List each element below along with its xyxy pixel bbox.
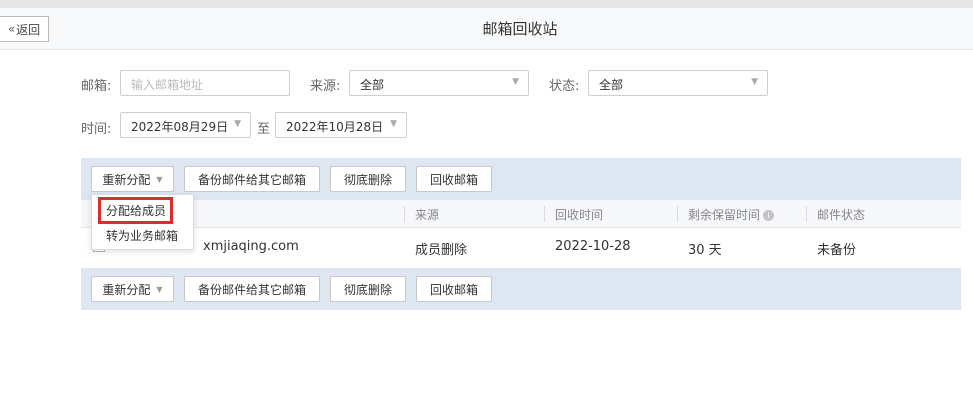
status-select-value: 全部 — [599, 78, 624, 92]
row-email: xmjiaqing.com — [203, 239, 299, 254]
page-title: 邮箱回收站 — [482, 20, 558, 38]
row-source: 成员删除 — [415, 243, 468, 258]
status-select[interactable]: 全部 ▼ — [588, 70, 768, 96]
highlight-box — [98, 197, 173, 224]
column-source: 来源 — [415, 208, 440, 222]
row-remaining-time: 30 天 — [688, 243, 722, 258]
info-icon[interactable]: i — [763, 210, 775, 221]
permanent-delete-button[interactable]: 彻底删除 — [330, 276, 406, 302]
column-divider — [806, 206, 807, 222]
status-filter-label: 状态: — [549, 79, 580, 94]
recover-button[interactable]: 回收邮箱 — [416, 276, 492, 302]
caret-down-icon: ▼ — [156, 174, 163, 184]
reassign-button[interactable]: 重新分配 ▼ — [91, 166, 174, 192]
column-divider — [404, 206, 405, 222]
table-header: 来源 回收时间 剩余保留时间 i 邮件状态 — [81, 200, 961, 228]
page-header: « 返回 邮箱回收站 — [0, 8, 973, 50]
start-date-select[interactable]: 2022年08月29日 ▼ — [120, 112, 251, 138]
reassign-label: 重新分配 — [102, 172, 151, 187]
reassign-button[interactable]: 重新分配 ▼ — [91, 276, 174, 302]
time-filter-label: 时间: — [81, 122, 112, 137]
caret-down-icon: ▼ — [156, 284, 163, 294]
permanent-delete-button[interactable]: 彻底删除 — [330, 166, 406, 192]
recover-button[interactable]: 回收邮箱 — [416, 166, 492, 192]
row-mail-status: 未备份 — [817, 243, 857, 258]
backup-button[interactable]: 备份邮件给其它邮箱 — [184, 276, 320, 302]
column-divider — [677, 206, 678, 222]
bottom-toolbar: 重新分配 ▼ 备份邮件给其它邮箱 彻底删除 回收邮箱 — [81, 268, 961, 310]
column-mail-status: 邮件状态 — [817, 208, 866, 222]
reassign-label: 重新分配 — [102, 282, 151, 297]
source-filter-label: 来源: — [310, 79, 341, 94]
backup-button[interactable]: 备份邮件给其它邮箱 — [184, 166, 320, 192]
menu-item-convert-to-business-mailbox[interactable]: 转为业务邮箱 — [92, 224, 193, 248]
chevron-down-icon: ▼ — [751, 77, 758, 87]
email-filter-label: 邮箱: — [81, 79, 112, 94]
column-remaining-time-label: 剩余保留时间 — [688, 208, 761, 222]
column-remaining-time: 剩余保留时间 i — [688, 206, 775, 223]
end-date-value: 2022年10月28日 — [286, 120, 384, 134]
source-select-value: 全部 — [360, 78, 385, 92]
end-date-select[interactable]: 2022年10月28日 ▼ — [275, 112, 407, 138]
email-search-input[interactable]: 输入邮箱地址 — [120, 70, 290, 96]
chevron-down-icon: ▼ — [234, 119, 241, 129]
chevron-down-icon: ▼ — [512, 77, 519, 87]
column-divider — [544, 206, 545, 222]
chevron-down-icon: ▼ — [390, 119, 397, 129]
top-toolbar: 重新分配 ▼ 备份邮件给其它邮箱 彻底删除 回收邮箱 — [81, 158, 961, 200]
table-row[interactable]: xmjiaqing.com 成员删除 2022-10-28 30 天 未备份 — [81, 228, 961, 268]
top-strip — [0, 0, 973, 8]
source-select[interactable]: 全部 ▼ — [349, 70, 529, 96]
column-recycle-time: 回收时间 — [555, 208, 604, 222]
start-date-value: 2022年08月29日 — [131, 120, 229, 134]
date-range-separator: 至 — [257, 122, 271, 137]
row-recycle-time: 2022-10-28 — [555, 239, 631, 254]
